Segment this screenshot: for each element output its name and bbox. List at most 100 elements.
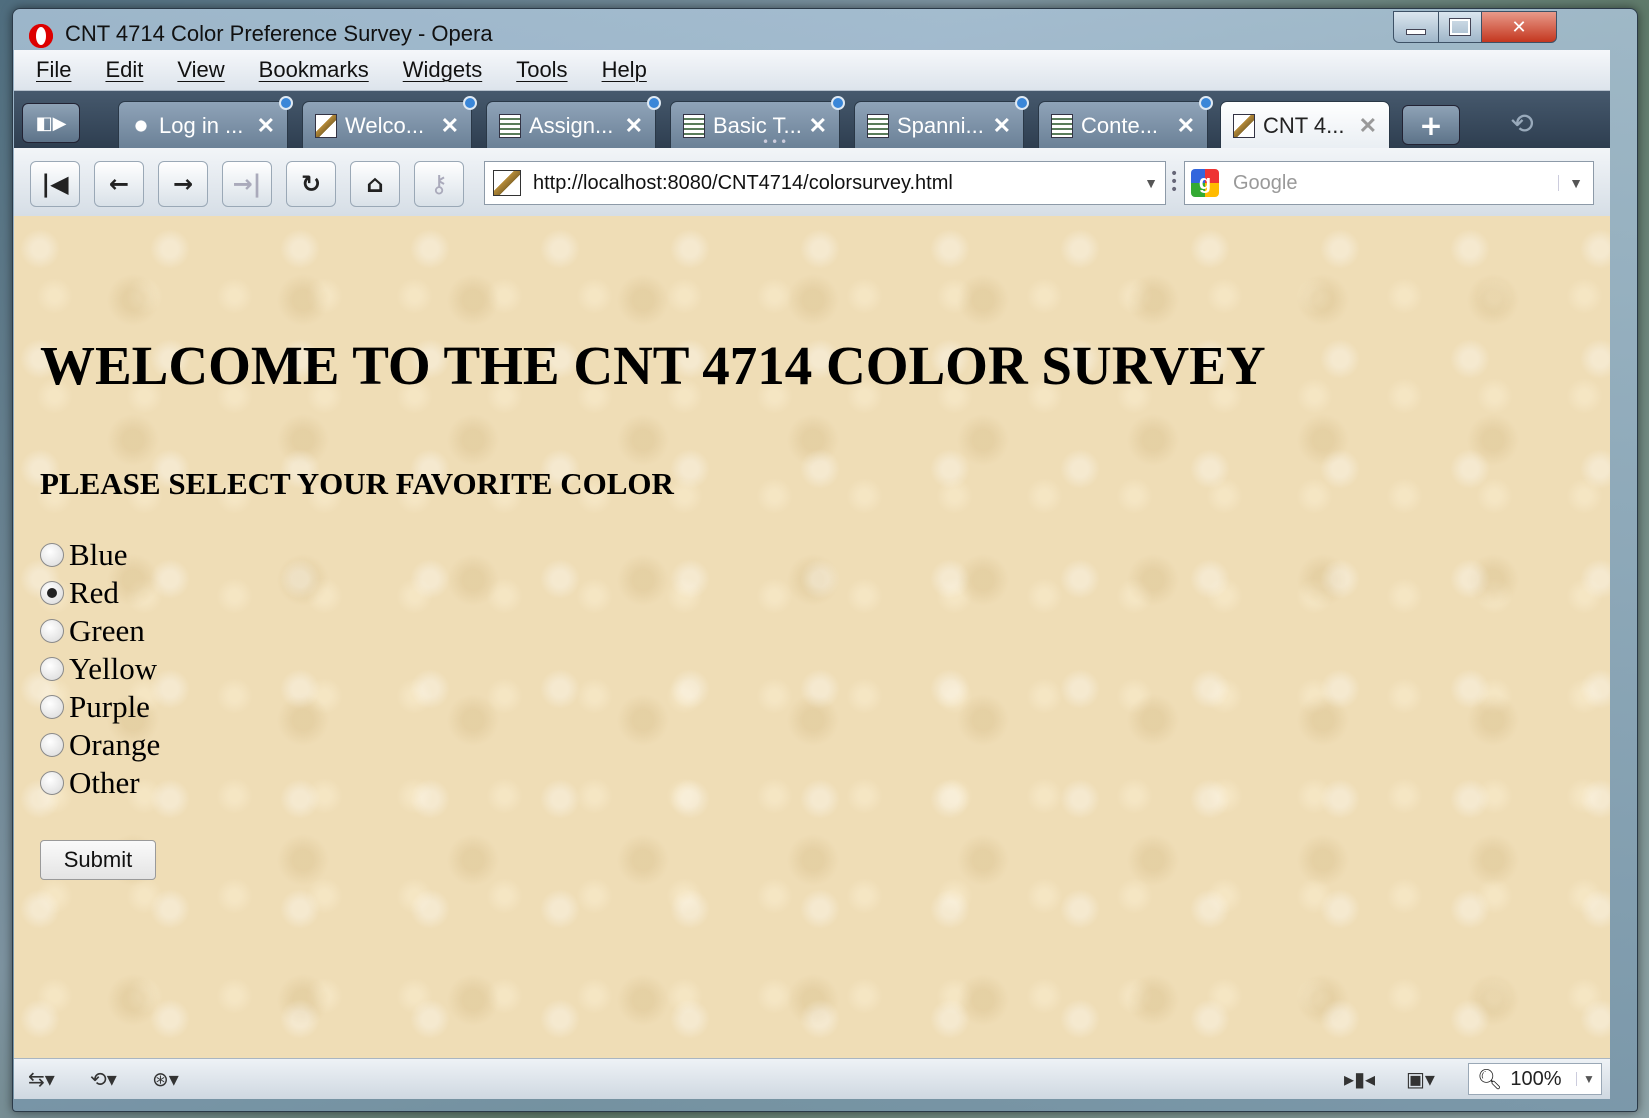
- tab-close-icon[interactable]: ✕: [441, 113, 459, 139]
- menu-view[interactable]: View: [177, 57, 224, 83]
- page-viewport: WELCOME TO THE CNT 4714 COLOR SURVEY PLE…: [14, 216, 1610, 1058]
- tab-label: CNT 4...: [1263, 112, 1345, 138]
- radio-button[interactable]: [40, 695, 64, 719]
- tab-activity-indicator: [463, 96, 477, 110]
- submit-button[interactable]: Submit: [40, 840, 156, 880]
- maximize-button[interactable]: [1438, 11, 1482, 43]
- minimize-button[interactable]: [1393, 11, 1439, 43]
- forward-button[interactable]: →: [158, 161, 208, 207]
- page-subheading: PLEASE SELECT YOUR FAVORITE COLOR: [40, 466, 674, 501]
- fast-forward-button[interactable]: →|: [222, 161, 272, 207]
- zoom-dropdown-icon[interactable]: ▼: [1576, 1072, 1601, 1086]
- menu-widgets[interactable]: Widgets: [403, 57, 482, 83]
- home-icon: ⌂: [366, 170, 384, 198]
- maximize-icon: [1449, 18, 1471, 36]
- tab-welcome[interactable]: Welco... ✕: [302, 96, 477, 150]
- status-right: ▸▮◂ ▣▾ 🔍︎ 100% ▼: [1330, 1063, 1610, 1095]
- reload-button[interactable]: ↻: [286, 161, 336, 207]
- option-label: Blue: [69, 537, 128, 572]
- google-icon[interactable]: g: [1191, 169, 1219, 197]
- image-icon: [315, 113, 337, 138]
- document-icon: [1051, 113, 1073, 138]
- option-label: Purple: [69, 689, 150, 724]
- unite-icon[interactable]: ⟲▾: [90, 1067, 138, 1091]
- key-icon: ⚷: [430, 170, 448, 198]
- option-label: Red: [69, 575, 119, 610]
- menu-tools[interactable]: Tools: [516, 57, 567, 83]
- document-icon: [499, 113, 521, 138]
- tab-close-icon[interactable]: ✕: [257, 113, 275, 139]
- option-orange[interactable]: Orange: [40, 726, 160, 764]
- color-options: Blue Red Green Yellow Purple Orange Othe…: [40, 536, 160, 802]
- page-panel-icon[interactable]: ▸▮◂: [1344, 1067, 1392, 1091]
- option-blue[interactable]: Blue: [40, 536, 160, 574]
- transfer-icon[interactable]: ⇆▾: [28, 1067, 76, 1091]
- view-image-icon[interactable]: ▣▾: [1406, 1067, 1454, 1091]
- turbo-icon[interactable]: ⊛▾: [152, 1067, 200, 1091]
- tab-close-icon[interactable]: ✕: [809, 113, 827, 139]
- document-icon: [683, 113, 705, 138]
- wand-button[interactable]: ⚷: [414, 161, 464, 207]
- option-red[interactable]: Red: [40, 574, 160, 612]
- tab-close-icon[interactable]: ✕: [625, 113, 643, 139]
- tab-basic[interactable]: Basic T... ✕: [670, 96, 845, 150]
- image-icon: [1233, 113, 1255, 138]
- home-button[interactable]: ⌂: [350, 161, 400, 207]
- menu-bookmarks[interactable]: Bookmarks: [259, 57, 369, 83]
- menu-help[interactable]: Help: [602, 57, 647, 83]
- status-bar: ⇆▾ ⟲▾ ⊛▾ ▸▮◂ ▣▾ 🔍︎ 100% ▼: [14, 1058, 1610, 1099]
- forward-arrow-icon: →: [172, 170, 194, 198]
- radio-button[interactable]: [40, 733, 64, 757]
- opera-logo-icon: [29, 24, 53, 48]
- tab-label: Assign...: [529, 112, 614, 138]
- option-other[interactable]: Other: [40, 764, 160, 802]
- page-heading: WELCOME TO THE CNT 4714 COLOR SURVEY: [40, 335, 1266, 396]
- tab-log-in[interactable]: Log in ... ✕: [118, 96, 293, 150]
- new-tab-button[interactable]: +: [1402, 105, 1460, 145]
- rewind-icon: |◀: [41, 170, 69, 198]
- tab-cnt-active[interactable]: CNT 4... ✕: [1220, 101, 1390, 150]
- tab-spanning[interactable]: Spanni... ✕: [854, 96, 1029, 150]
- tab-assignment[interactable]: Assign... ✕: [486, 96, 661, 150]
- search-placeholder: Google: [1233, 171, 1298, 194]
- address-dropdown-icon[interactable]: ▼: [1137, 175, 1165, 191]
- tab-content[interactable]: Conte... ✕: [1038, 96, 1213, 150]
- zoom-control[interactable]: 🔍︎ 100% ▼: [1468, 1063, 1602, 1095]
- tab-activity-indicator: [1199, 96, 1213, 110]
- address-bar[interactable]: http://localhost:8080/CNT4714/colorsurve…: [484, 161, 1166, 205]
- tab-bar: ◧▶ Log in ... ✕ Welco... ✕ Assign... ✕ B…: [14, 91, 1610, 150]
- tab-activity-indicator: [831, 96, 845, 110]
- option-green[interactable]: Green: [40, 612, 160, 650]
- menu-file[interactable]: File: [36, 57, 71, 83]
- radio-button[interactable]: [40, 619, 64, 643]
- document-icon: [867, 113, 889, 138]
- radio-button[interactable]: [40, 771, 64, 795]
- tab-activity-indicator: [279, 96, 293, 110]
- option-purple[interactable]: Purple: [40, 688, 160, 726]
- reload-icon: ↻: [300, 170, 322, 198]
- tab-close-icon[interactable]: ✕: [1359, 113, 1377, 139]
- radio-button-selected[interactable]: [40, 581, 64, 605]
- tab-label: Log in ...: [159, 112, 244, 138]
- option-yellow[interactable]: Yellow: [40, 650, 160, 688]
- tab-close-icon[interactable]: ✕: [993, 113, 1011, 139]
- tab-label: Basic T...: [713, 112, 802, 138]
- close-window-button[interactable]: ✕: [1481, 11, 1557, 43]
- back-button[interactable]: ←: [94, 161, 144, 207]
- search-dropdown-icon[interactable]: ▼: [1558, 175, 1593, 191]
- menu-bar: File Edit View Bookmarks Widgets Tools H…: [14, 50, 1610, 91]
- sun-icon: [131, 114, 151, 137]
- radio-button[interactable]: [40, 543, 64, 567]
- option-label: Green: [69, 613, 145, 648]
- closed-tabs-button[interactable]: ⟲: [1500, 105, 1544, 141]
- menu-edit[interactable]: Edit: [105, 57, 143, 83]
- toolbar-grip-icon[interactable]: • • •: [1170, 167, 1178, 197]
- fast-forward-icon: →|: [232, 170, 262, 198]
- radio-button[interactable]: [40, 657, 64, 681]
- option-label: Orange: [69, 727, 161, 762]
- search-field[interactable]: g Google ▼: [1184, 161, 1594, 205]
- panel-toggle-button[interactable]: ◧▶: [22, 103, 80, 143]
- magnifier-icon: 🔍︎: [1477, 1068, 1503, 1091]
- tab-close-icon[interactable]: ✕: [1177, 113, 1195, 139]
- rewind-button[interactable]: |◀: [30, 161, 80, 207]
